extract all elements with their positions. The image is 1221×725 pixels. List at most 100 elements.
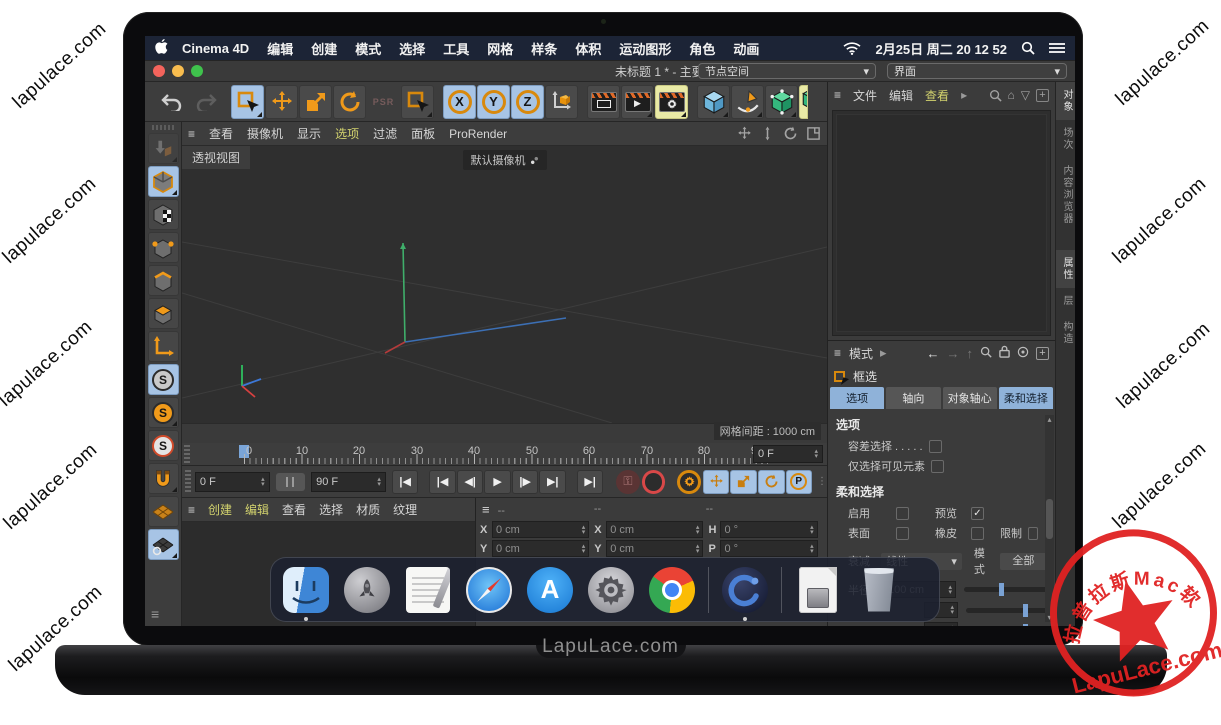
tab-options[interactable]: 选项 <box>830 387 884 409</box>
y-axis-lock-button[interactable]: Y <box>477 85 510 119</box>
control-center-icon[interactable] <box>1049 42 1065 54</box>
mat-menu-texture[interactable]: 纹理 <box>393 501 417 518</box>
enable-snap-button[interactable]: S <box>148 364 179 395</box>
coord-h-rotation-field[interactable]: 0 °▴▾ <box>720 521 817 538</box>
vp-menu-display[interactable]: 显示 <box>297 125 321 142</box>
texture-mode-button[interactable] <box>148 199 179 230</box>
viewport-rotate-icon[interactable] <box>783 126 798 141</box>
autokey-button[interactable] <box>642 470 666 494</box>
menu-overflow-icon[interactable]: ▸ <box>961 88 967 102</box>
material-burger-icon[interactable]: ≡ <box>188 503 195 517</box>
live-selection-tool[interactable] <box>231 85 264 119</box>
lock-icon[interactable] <box>999 345 1010 361</box>
menu-animate[interactable]: 动画 <box>733 39 759 58</box>
goto-end-button[interactable]: ▶| <box>577 470 604 494</box>
obj-menu-view[interactable]: 查看 <box>925 87 949 104</box>
tab-attributes[interactable]: 属性 <box>1056 250 1075 288</box>
spotlight-icon[interactable] <box>1021 41 1035 55</box>
snap-workplane-button[interactable] <box>148 529 179 560</box>
workplane-button[interactable] <box>148 496 179 527</box>
viewport-toggle-layout-icon[interactable] <box>806 126 821 141</box>
menu-character[interactable]: 角色 <box>689 39 715 58</box>
tolerance-checkbox[interactable] <box>929 440 942 453</box>
add-panel-icon[interactable]: + <box>1036 89 1049 102</box>
visible-only-checkbox[interactable] <box>931 460 944 473</box>
keyframe-selection-button[interactable] <box>677 470 701 494</box>
menu-spline[interactable]: 样条 <box>531 39 557 58</box>
scroll-up-icon[interactable]: ▴ <box>1047 415 1051 424</box>
menu-volume[interactable]: 体积 <box>575 39 601 58</box>
layout-dropdown[interactable]: 界面▾ <box>887 63 1067 79</box>
range-start-field[interactable]: 0 F ▴▾ <box>195 472 270 492</box>
record-position-toggle[interactable] <box>703 470 730 494</box>
make-editable-button[interactable] <box>148 133 179 164</box>
palette-menu-icon[interactable]: ≡ <box>151 606 159 622</box>
stepper-icon[interactable]: ▴▾ <box>814 449 818 459</box>
add-spline-pen-button[interactable] <box>731 85 764 119</box>
next-key-button[interactable]: ▶| <box>539 470 566 494</box>
view-name-label[interactable]: 透视视图 <box>182 146 250 169</box>
vp-menu-camera[interactable]: 摄像机 <box>247 125 283 142</box>
preview-checkbox[interactable]: ✓ <box>971 507 984 520</box>
record-scale-toggle[interactable] <box>730 470 757 494</box>
menu-mograph[interactable]: 运动图形 <box>619 39 671 58</box>
wifi-icon[interactable] <box>843 42 861 55</box>
coord-burger-icon[interactable]: ≡ <box>482 502 490 517</box>
tab-takes[interactable]: 场次 <box>1056 120 1075 158</box>
scale-tool[interactable] <box>299 85 332 119</box>
history-forward-icon[interactable]: → <box>947 346 960 361</box>
dock-chrome-icon[interactable] <box>647 565 697 615</box>
mat-menu-material[interactable]: 材质 <box>356 501 380 518</box>
record-parameter-toggle[interactable]: P <box>786 470 813 494</box>
preview-range-slider[interactable] <box>276 473 305 491</box>
dock-textedit-icon[interactable] <box>403 565 453 615</box>
coord-p-rotation-field[interactable]: 0 °▴▾ <box>720 540 817 557</box>
z-axis-lock-button[interactable]: Z <box>511 85 544 119</box>
menu-mesh[interactable]: 网格 <box>487 39 513 58</box>
apple-menu-icon[interactable] <box>155 39 168 57</box>
menubar-app-name[interactable]: Cinema 4D <box>182 41 249 56</box>
last-selection-tool[interactable] <box>401 85 434 119</box>
history-back-icon[interactable]: ← <box>927 346 940 361</box>
dock-finder-icon[interactable] <box>281 565 331 615</box>
coord-x-scale-field[interactable]: 0 cm▴▾ <box>606 521 703 538</box>
vp-menu-view[interactable]: 查看 <box>209 125 233 142</box>
zoom-window-button[interactable] <box>191 65 203 77</box>
play-button[interactable]: ▶ <box>484 470 511 494</box>
dock-diskimage-icon[interactable] <box>793 565 843 615</box>
dock-settings-icon[interactable] <box>586 565 636 615</box>
tab-structure[interactable]: 构造 <box>1056 314 1075 352</box>
dock-safari-icon[interactable] <box>464 565 514 615</box>
tab-layers[interactable]: 层 <box>1056 288 1075 314</box>
quantize-button[interactable]: S <box>148 430 179 461</box>
filter-icon[interactable]: ▽ <box>1021 88 1030 102</box>
search-icon[interactable] <box>980 346 992 361</box>
coord-y-position-field[interactable]: 0 cm▴▾ <box>492 540 589 557</box>
viewport-dolly-icon[interactable] <box>760 126 775 141</box>
menu-edit[interactable]: 编辑 <box>267 39 293 58</box>
record-rotation-toggle[interactable] <box>758 470 785 494</box>
playbar-overflow-icon[interactable]: ⋮ <box>817 480 827 484</box>
path-up-icon[interactable]: ⌂ <box>1008 88 1015 102</box>
menu-overflow-icon[interactable]: ▸ <box>880 345 887 361</box>
palette-grip[interactable] <box>152 125 174 130</box>
undo-button[interactable] <box>155 85 188 119</box>
tab-object-axis[interactable]: 对象轴心 <box>943 387 997 409</box>
x-axis-lock-button[interactable]: X <box>443 85 476 119</box>
move-tool[interactable] <box>265 85 298 119</box>
mat-menu-select[interactable]: 选择 <box>319 501 343 518</box>
snap-magnet-button[interactable] <box>148 463 179 494</box>
vp-menu-panel[interactable]: 面板 <box>411 125 435 142</box>
current-frame-field[interactable]: 0 F ▴▾ <box>753 445 823 463</box>
tab-soft-selection[interactable]: 柔和选择 <box>999 387 1053 409</box>
obj-menu-edit[interactable]: 编辑 <box>889 87 913 104</box>
close-window-button[interactable] <box>153 65 165 77</box>
attr-burger-icon[interactable]: ≡ <box>834 346 841 360</box>
viewport-pan-icon[interactable] <box>737 126 752 141</box>
add-cube-object-button[interactable] <box>697 85 730 119</box>
vp-menu-options[interactable]: 选项 <box>335 125 359 142</box>
point-mode-button[interactable] <box>148 232 179 263</box>
menu-create[interactable]: 创建 <box>311 39 337 58</box>
range-end-field[interactable]: 90 F ▴▾ <box>311 472 386 492</box>
menu-tools[interactable]: 工具 <box>443 39 469 58</box>
